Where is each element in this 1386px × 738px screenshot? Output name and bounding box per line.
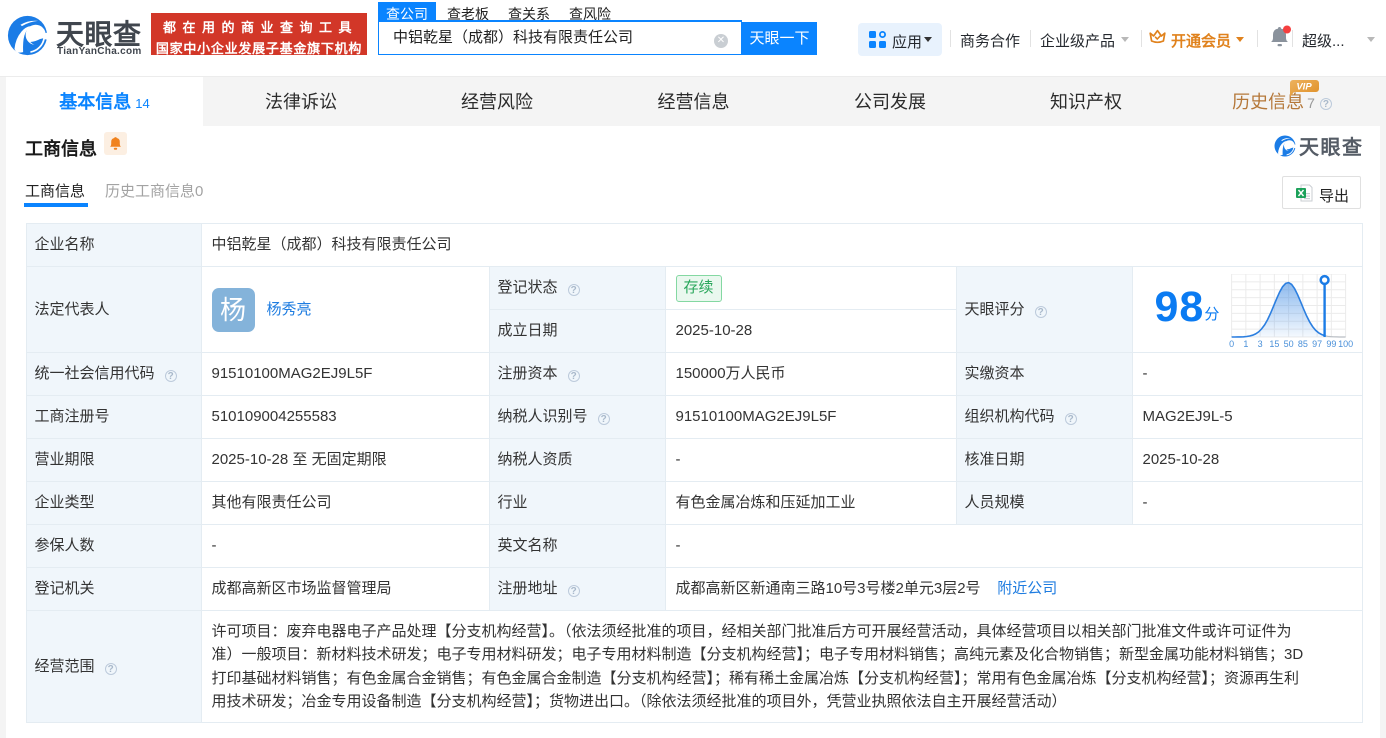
- svg-text:VIP: VIP: [1296, 82, 1312, 93]
